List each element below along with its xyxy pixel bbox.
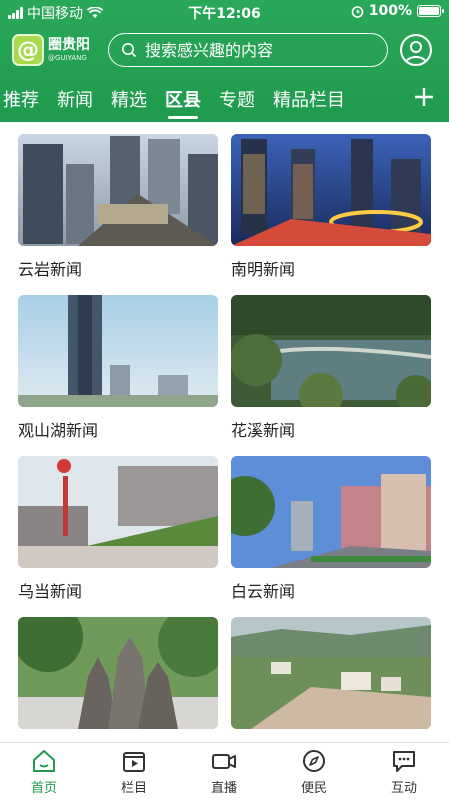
logo-subtext: @GUIYANG	[48, 54, 87, 62]
tab-recommend[interactable]: 推荐	[0, 86, 48, 112]
card-title: 白云新闻	[231, 582, 296, 601]
nav-services[interactable]: 便民	[279, 749, 349, 796]
tab-districts[interactable]: 区县	[156, 86, 210, 119]
tab-topics[interactable]: 专题	[210, 86, 264, 112]
thumbnail-image	[18, 617, 218, 729]
app-header: 中国移动 下午12:06 100% @ 圈贵阳 @GUIYANG 推荐 新闻 精…	[0, 0, 449, 122]
nav-live-label: 直播	[210, 781, 237, 796]
card-title: 云岩新闻	[18, 260, 83, 279]
column-play-icon	[123, 752, 145, 772]
tab-premium-columns[interactable]: 精品栏目	[264, 86, 354, 112]
news-card-nanming[interactable]: 南明新闻	[231, 134, 431, 280]
tab-featured[interactable]: 精选	[102, 86, 156, 112]
nav-home[interactable]: 首页	[9, 749, 79, 796]
thumbnail-image	[231, 456, 431, 568]
search-input[interactable]	[145, 40, 375, 60]
nav-columns-label: 栏目	[120, 781, 147, 796]
video-camera-icon	[212, 754, 236, 769]
thumbnail-image	[231, 295, 431, 407]
news-card-yunyan[interactable]: 云岩新闻	[18, 134, 218, 280]
news-card-huaxi[interactable]: 花溪新闻	[231, 295, 431, 441]
card-title: 观山湖新闻	[18, 421, 99, 440]
battery-percent: 100%	[368, 3, 412, 19]
nav-columns[interactable]: 栏目	[99, 749, 169, 796]
nav-interact[interactable]: 互动	[369, 749, 439, 796]
news-card-8[interactable]	[231, 617, 431, 739]
search-icon	[122, 43, 137, 58]
thumbnail-image	[18, 295, 218, 407]
user-avatar-icon[interactable]	[400, 34, 432, 66]
chat-bubble-icon	[393, 751, 415, 772]
thumbnail-image	[231, 134, 431, 246]
logo-text: 圈贵阳	[48, 37, 90, 53]
nav-services-label: 便民	[300, 781, 327, 796]
tab-news[interactable]: 新闻	[48, 86, 102, 112]
news-card-guanshanhu[interactable]: 观山湖新闻	[18, 295, 218, 441]
news-card-7[interactable]	[18, 617, 218, 739]
category-tabs: 推荐 新闻 精选 区县 专题 精品栏目	[0, 84, 354, 119]
add-tab-icon[interactable]	[411, 84, 437, 110]
alarm-icon	[351, 5, 364, 18]
thumbnail-image	[18, 456, 218, 568]
logo-mark-icon: @	[12, 34, 44, 66]
home-icon	[33, 750, 55, 772]
app-logo[interactable]: @ 圈贵阳 @GUIYANG	[12, 34, 90, 66]
search-bar[interactable]	[108, 33, 388, 67]
bottom-nav: 首页 栏目 直播 便民 互动	[0, 742, 449, 800]
news-card-wudang[interactable]: 乌当新闻	[18, 456, 218, 602]
nav-interact-label: 互动	[390, 781, 417, 796]
news-card-baiyun[interactable]: 白云新闻	[231, 456, 431, 602]
battery-icon	[417, 5, 444, 17]
nav-live[interactable]: 直播	[189, 749, 259, 796]
card-title: 南明新闻	[231, 260, 296, 279]
compass-icon	[303, 750, 325, 772]
thumbnail-image	[231, 617, 431, 729]
card-title: 花溪新闻	[231, 421, 296, 440]
card-title: 乌当新闻	[18, 582, 83, 601]
status-bar: 中国移动 下午12:06 100%	[0, 0, 449, 24]
thumbnail-image	[18, 134, 218, 246]
nav-home-label: 首页	[30, 781, 57, 796]
